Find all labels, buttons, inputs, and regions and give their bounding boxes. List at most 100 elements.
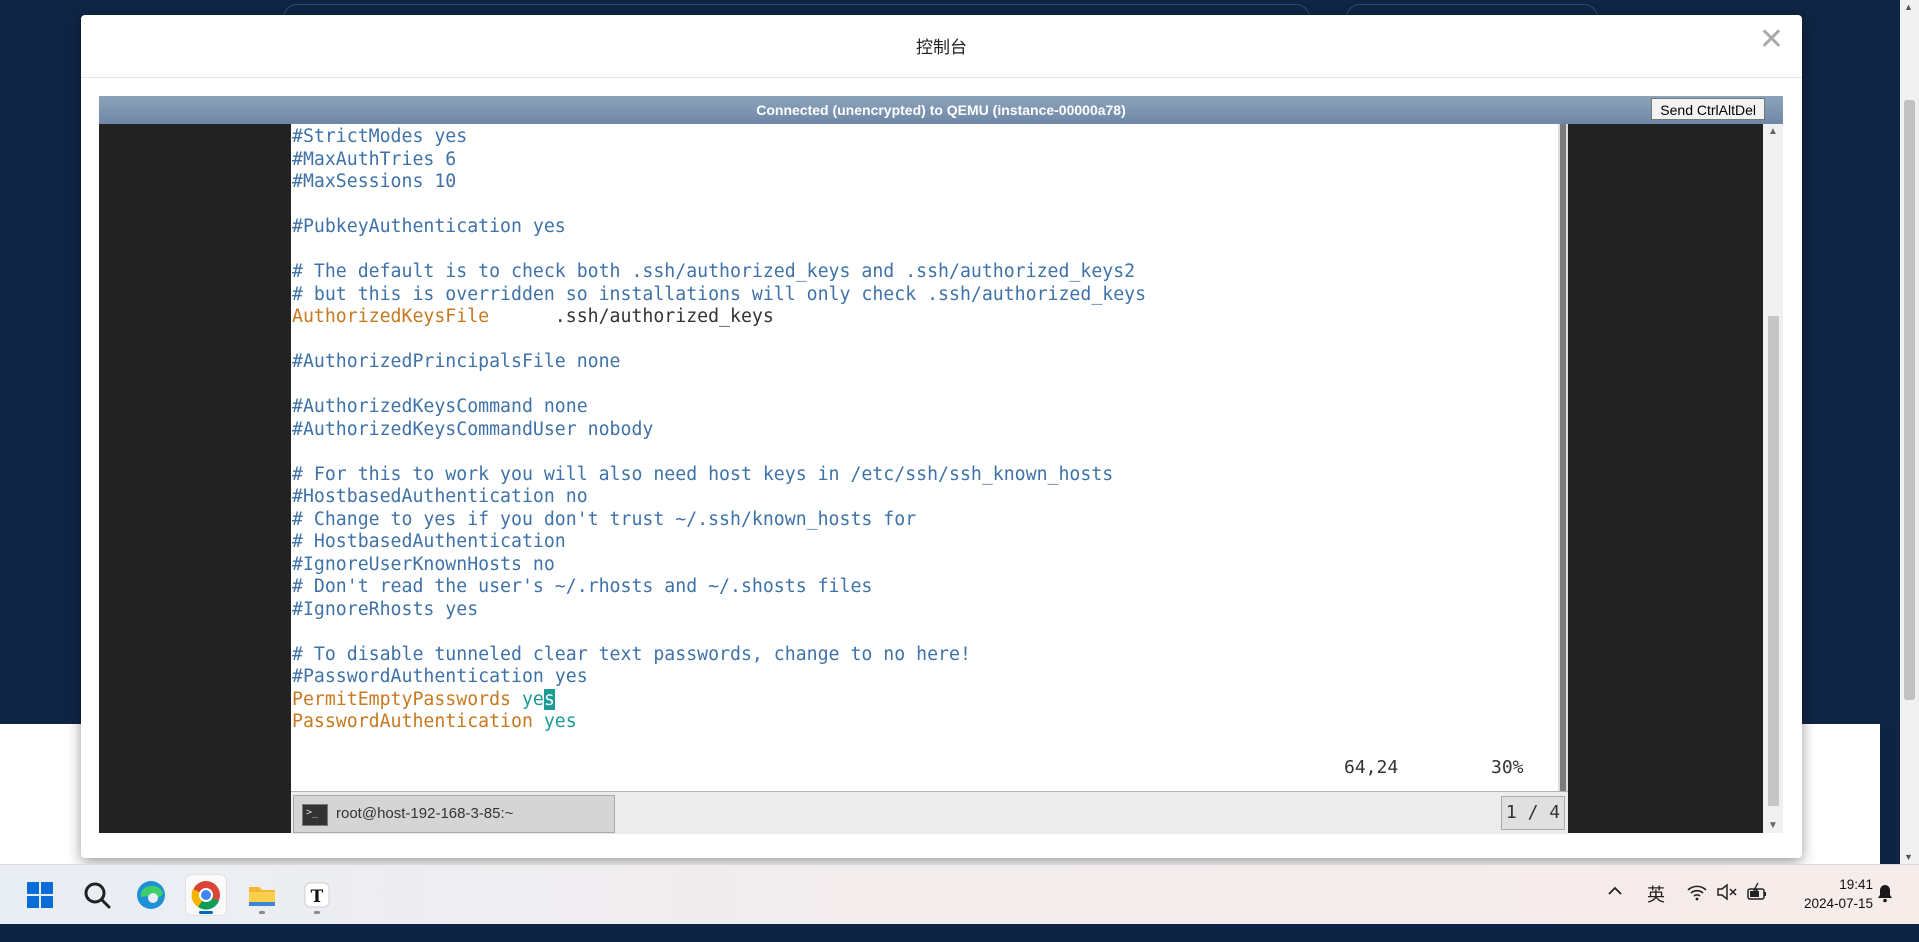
terminal-text-segment: ye bbox=[511, 688, 544, 710]
terminal-text-segment: #PasswordAuthentication yes bbox=[292, 666, 588, 687]
volume-muted-icon[interactable] bbox=[1716, 883, 1738, 942]
terminal-line: # Don't read the user's ~/.rhosts and ~/… bbox=[292, 576, 1146, 599]
vnc-scroll-down-icon[interactable]: ▼ bbox=[1768, 820, 1778, 831]
active-app-indicator bbox=[199, 911, 213, 914]
vnc-scrollbar-thumb[interactable] bbox=[1768, 316, 1779, 806]
terminal-line: PasswordAuthentication yes bbox=[292, 711, 1146, 734]
remote-task-terminal[interactable]: >_ root@host-192-168-3-85:~ bbox=[293, 795, 615, 833]
windows-taskbar: T 英 19:41 2024-07-15 bbox=[0, 864, 1919, 924]
terminal-text-segment: # HostbasedAuthentication bbox=[292, 531, 566, 552]
modal-header: 控制台 ✕ bbox=[81, 15, 1802, 78]
terminal-line: #MaxSessions 10 bbox=[292, 171, 1146, 194]
page-scrollbar[interactable]: ▲ ▼ bbox=[1900, 0, 1919, 864]
modal-title: 控制台 bbox=[916, 38, 967, 57]
notification-bell-icon[interactable] bbox=[1876, 883, 1894, 942]
vnc-scroll-up-icon[interactable]: ▲ bbox=[1768, 126, 1778, 137]
terminal-line: #AuthorizedKeysCommand none bbox=[292, 396, 1146, 419]
remote-task-label: root@host-192-168-3-85:~ bbox=[336, 805, 514, 822]
terminal-line: #IgnoreRhosts yes bbox=[292, 599, 1146, 622]
clock-time: 19:41 bbox=[1839, 877, 1873, 892]
terminal-window[interactable]: #StrictModes yes #MaxAuthTries 6 #MaxSessi… bbox=[291, 124, 1568, 791]
terminal-line: #IgnoreUserKnownHosts no bbox=[292, 554, 1146, 577]
terminal-text-segment: #HostbasedAuthentication no bbox=[292, 486, 588, 507]
terminal-line: AuthorizedKeysFile .ssh/authorized_keys bbox=[292, 306, 1146, 329]
terminal-line: # Change to yes if you don't trust ~/.ss… bbox=[292, 509, 1146, 532]
terminal-line: #AuthorizedKeysCommandUser nobody bbox=[292, 419, 1146, 442]
chrome-icon[interactable] bbox=[186, 875, 226, 915]
typora-icon[interactable]: T bbox=[297, 875, 337, 915]
running-app-indicator bbox=[259, 911, 265, 914]
terminal-text-segment: #IgnoreUserKnownHosts no bbox=[292, 553, 555, 575]
terminal-line: # but this is overridden so installation… bbox=[292, 284, 1146, 307]
terminal-line: #HostbasedAuthentication no bbox=[292, 486, 1146, 509]
terminal-text-segment: #MaxAuthTries 6 bbox=[292, 148, 457, 170]
terminal-text-segment: # The default is to check both .ssh/auth… bbox=[292, 261, 1136, 282]
edge-icon[interactable] bbox=[131, 875, 171, 915]
vnc-console[interactable]: Connected (unencrypted) to QEMU (instanc… bbox=[99, 96, 1783, 834]
terminal-line: #PasswordAuthentication yes bbox=[292, 666, 1146, 689]
terminal-line: # For this to work you will also need ho… bbox=[292, 464, 1146, 487]
close-icon[interactable]: ✕ bbox=[1759, 25, 1784, 55]
terminal-text-segment: # To disable tunneled clear text passwor… bbox=[292, 643, 971, 665]
wifi-icon[interactable] bbox=[1686, 883, 1708, 942]
terminal-line: #MaxAuthTries 6 bbox=[292, 149, 1146, 172]
svg-text:T: T bbox=[311, 887, 324, 907]
terminal-scrollbar[interactable] bbox=[1558, 124, 1568, 791]
terminal-line: #PubkeyAuthentication yes bbox=[292, 216, 1146, 239]
terminal-cursor: s bbox=[543, 688, 555, 710]
clock-date: 2024-07-15 bbox=[1803, 896, 1873, 911]
terminal-text-segment: # Don't read the user's ~/.rhosts and ~/… bbox=[292, 576, 873, 597]
tray-overflow-chevron-icon[interactable] bbox=[1606, 882, 1624, 941]
terminal-line: PermitEmptyPasswords yes bbox=[292, 688, 1146, 712]
send-ctrl-alt-del-button[interactable]: Send CtrlAltDel bbox=[1651, 98, 1765, 120]
terminal-line: #AuthorizedPrincipalsFile none bbox=[292, 351, 1146, 374]
scroll-down-arrow-icon[interactable]: ▼ bbox=[1904, 852, 1913, 862]
terminal-text-segment: #AuthorizedKeysCommand none bbox=[292, 396, 588, 417]
file-explorer-icon[interactable] bbox=[242, 875, 282, 915]
terminal-text-segment: #AuthorizedPrincipalsFile none bbox=[292, 351, 621, 372]
terminal-text-segment: #StrictModes yes bbox=[292, 126, 468, 147]
windows-start-icon[interactable] bbox=[20, 875, 60, 915]
running-app-indicator bbox=[314, 911, 320, 914]
terminal-text-segment: #AuthorizedKeysCommandUser nobody bbox=[292, 418, 654, 440]
terminal-line: # The default is to check both .ssh/auth… bbox=[292, 261, 1146, 284]
terminal-text-segment: #PubkeyAuthentication yes bbox=[292, 216, 566, 237]
terminal-text-segment: # For this to work you will also need ho… bbox=[292, 463, 1114, 485]
terminal-line: #StrictModes yes bbox=[292, 126, 1146, 149]
workspace-pager[interactable]: 1 / 4 bbox=[1501, 796, 1565, 830]
remote-screen[interactable]: #StrictModes yes #MaxAuthTries 6 #MaxSessi… bbox=[99, 124, 1763, 834]
system-clock[interactable]: 19:41 2024-07-15 bbox=[1804, 875, 1873, 913]
terminal-text-segment: AuthorizedKeysFile bbox=[292, 306, 490, 327]
terminal-text-segment: # Change to yes if you don't trust ~/.ss… bbox=[292, 508, 917, 530]
terminal-line: # HostbasedAuthentication bbox=[292, 531, 1146, 554]
terminal-text-segment: PermitEmptyPasswords bbox=[292, 688, 511, 710]
terminal-text-segment: yes bbox=[532, 711, 577, 732]
page-scrollbar-thumb[interactable] bbox=[1904, 100, 1915, 700]
vnc-connection-status: Connected (unencrypted) to QEMU (instanc… bbox=[756, 102, 1126, 118]
terminal-text-segment: PasswordAuthentication bbox=[292, 711, 533, 732]
terminal-text-segment: #IgnoreRhosts yes bbox=[292, 598, 479, 620]
terminal-icon: >_ bbox=[302, 804, 328, 826]
scroll-up-arrow-icon[interactable]: ▲ bbox=[1904, 2, 1913, 12]
search-icon[interactable] bbox=[77, 875, 117, 915]
terminal-text-segment: .ssh/authorized_keys bbox=[489, 306, 774, 327]
vnc-scrollbar[interactable]: ▲ ▼ bbox=[1763, 124, 1783, 833]
remote-taskbar: >_ root@host-192-168-3-85:~ 1 / 4 bbox=[291, 791, 1568, 834]
terminal-text-segment: # but this is overridden so installation… bbox=[292, 283, 1147, 305]
vnc-status-bar: Connected (unencrypted) to QEMU (instanc… bbox=[99, 96, 1783, 124]
terminal-scrollbar-thumb[interactable] bbox=[1560, 124, 1566, 791]
battery-charging-icon[interactable] bbox=[1746, 882, 1768, 941]
terminal-text-segment: #MaxSessions 10 bbox=[292, 171, 457, 192]
console-modal: 控制台 ✕ Connected (unencrypted) to QEMU (i… bbox=[81, 15, 1802, 858]
terminal-text[interactable]: #StrictModes yes #MaxAuthTries 6 #MaxSessi… bbox=[292, 126, 1146, 734]
vim-cursor-position: 64,24 bbox=[1344, 757, 1399, 778]
terminal-line: # To disable tunneled clear text passwor… bbox=[292, 644, 1146, 667]
input-method-indicator[interactable]: 英 bbox=[1647, 881, 1665, 940]
vim-scroll-percent: 30% bbox=[1491, 757, 1524, 778]
